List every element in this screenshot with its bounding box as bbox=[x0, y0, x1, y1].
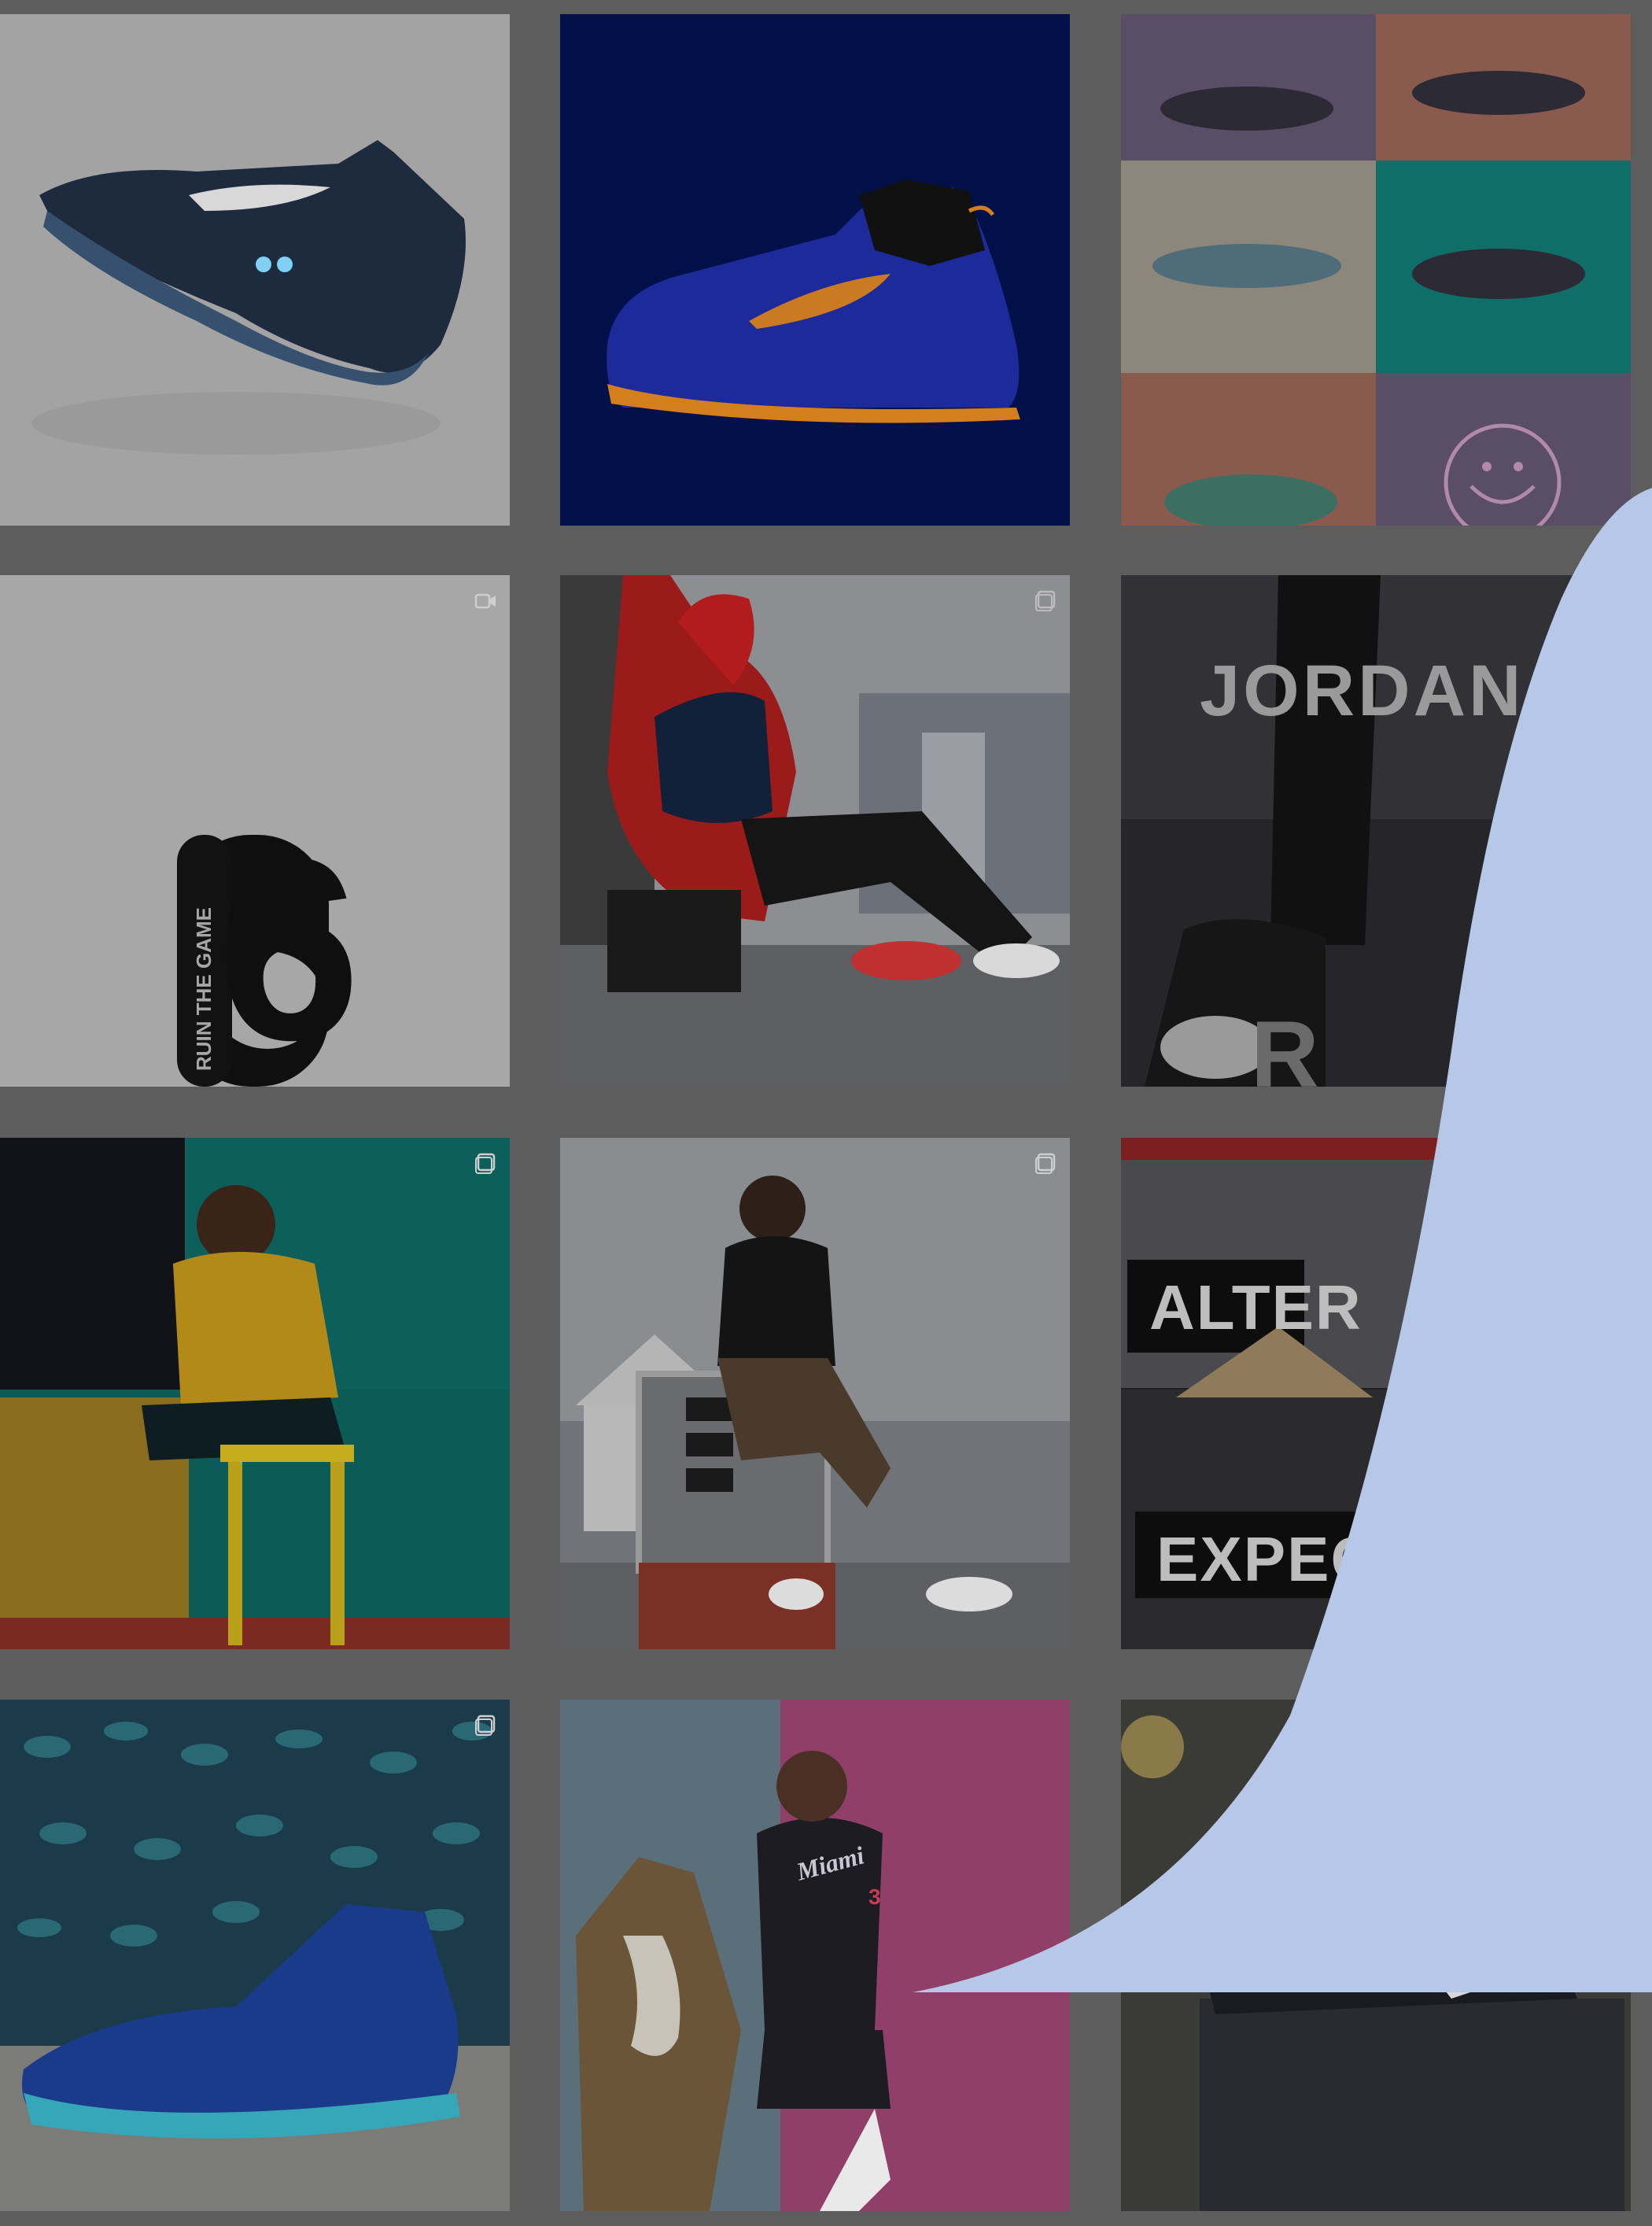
photo-grid: RUIN THE GAME 6 JORDAN R ALTER EXPECT Mi… bbox=[0, 0, 1652, 2222]
grid-tile-4[interactable]: RUIN THE GAME 6 bbox=[0, 575, 510, 1087]
tile-2-image bbox=[560, 14, 1070, 526]
tile-5-image bbox=[560, 575, 1070, 1087]
grid-tile-5[interactable] bbox=[560, 575, 1070, 1087]
grid-tile-10[interactable] bbox=[0, 1700, 510, 2211]
carousel-icon bbox=[1034, 589, 1057, 613]
bottom-letters: R bbox=[1251, 1002, 1319, 1087]
grid-tile-12[interactable] bbox=[1121, 1700, 1631, 2211]
grid-tile-1[interactable] bbox=[0, 14, 510, 526]
grid-tile-6[interactable]: JORDAN R bbox=[1121, 575, 1631, 1087]
grid-tile-9[interactable]: ALTER EXPECT bbox=[1121, 1138, 1631, 1649]
tile-8-image bbox=[560, 1138, 1070, 1649]
carousel-icon bbox=[474, 1714, 497, 1737]
expect-text: EXPECT bbox=[1156, 1524, 1418, 1594]
grid-tile-3[interactable] bbox=[1121, 14, 1631, 526]
grid-tile-7[interactable] bbox=[0, 1138, 510, 1649]
grid-tile-11[interactable]: Miami 3 bbox=[560, 1700, 1070, 2211]
grid-tile-2[interactable] bbox=[560, 14, 1070, 526]
big-number: 6 bbox=[216, 803, 361, 1087]
carousel-icon bbox=[1034, 1152, 1057, 1176]
tile-11-image bbox=[560, 1700, 1070, 2211]
jersey-number: 3 bbox=[868, 1885, 881, 1909]
tile-1-image bbox=[0, 14, 510, 526]
ruin-the-game-text: RUIN THE GAME bbox=[192, 907, 216, 1071]
grid-tile-8[interactable] bbox=[560, 1138, 1070, 1649]
alter-text: ALTER bbox=[1149, 1272, 1363, 1342]
carousel-icon bbox=[474, 1152, 497, 1176]
tile-3-image bbox=[1121, 14, 1631, 526]
tile-7-image bbox=[0, 1138, 510, 1649]
tile-10-image bbox=[0, 1700, 510, 2211]
tile-12-image bbox=[1121, 1700, 1631, 2211]
jordan-logo-text: JORDAN bbox=[1200, 651, 1525, 731]
video-icon bbox=[474, 589, 497, 613]
